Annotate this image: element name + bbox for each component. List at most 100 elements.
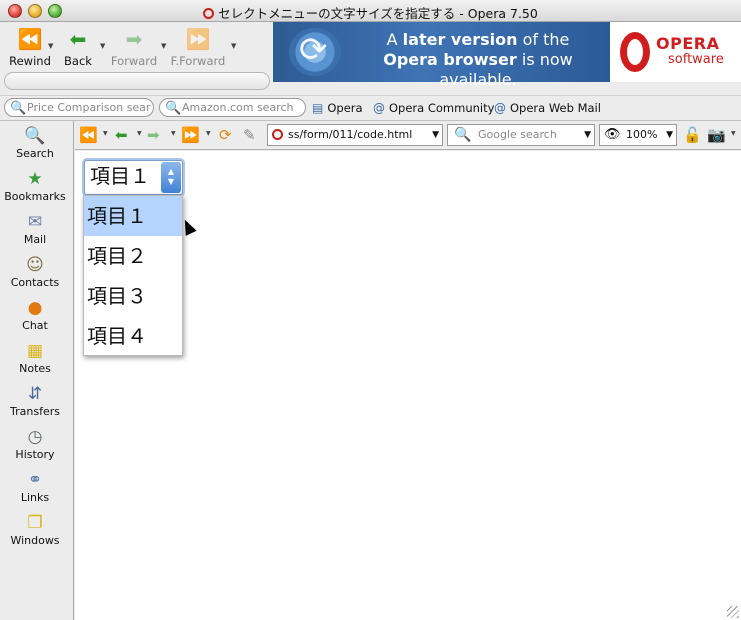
resize-grip-icon[interactable] xyxy=(727,606,739,618)
rewind-small-icon[interactable]: ⏪ xyxy=(79,125,98,145)
banner-text: A later version of the Opera browser is … xyxy=(353,30,603,90)
select-arrows-icon[interactable]: ▲ ▼ xyxy=(161,162,181,193)
panel-history-label: History xyxy=(15,448,55,461)
banner-line1-post: of the xyxy=(517,30,570,49)
price-comparison-search-input[interactable]: 🔍 Price Comparison sear xyxy=(4,98,154,117)
fast-forward-small-dropdown-icon[interactable]: ▼ xyxy=(206,130,211,137)
search-icon: 🔍 xyxy=(165,101,182,116)
select-option[interactable]: 項目３ xyxy=(84,276,182,316)
link-opera[interactable]: ▤ Opera xyxy=(312,99,363,117)
fast-forward-label: F.Forward xyxy=(170,54,226,68)
forward-label: Forward xyxy=(110,54,158,68)
forward-small-dropdown-icon[interactable]: ▼ xyxy=(171,130,176,137)
panel-chat-label: Chat xyxy=(22,319,48,332)
back-small-icon[interactable]: ⬅ xyxy=(115,125,128,145)
back-label: Back xyxy=(64,54,92,68)
panel-bookmarks-label: Bookmarks xyxy=(4,190,66,203)
panel-transfers-label: Transfers xyxy=(10,405,60,418)
forward-small-icon[interactable]: ➡ xyxy=(147,125,160,145)
amazon-search-input[interactable]: 🔍 Amazon.com search xyxy=(159,98,306,117)
banner-line1-pre: A xyxy=(386,30,403,49)
fast-forward-small-icon[interactable]: ⏩ xyxy=(181,125,200,145)
panel-transfers[interactable]: ⇵ Transfers xyxy=(0,383,70,418)
panel-notes-label: Notes xyxy=(19,362,51,375)
back-button[interactable]: ⬅ Back xyxy=(48,28,108,70)
link-opera-web-mail[interactable]: @ Opera Web Mail xyxy=(494,99,601,117)
banner-line1-bold: later version xyxy=(402,30,518,49)
forward-button[interactable]: ➡ Forward xyxy=(104,28,164,70)
panel-bookmarks[interactable]: ★ Bookmarks xyxy=(0,168,70,203)
camera-icon[interactable]: 📷 xyxy=(707,125,726,145)
camera-dropdown-icon[interactable]: ▼ xyxy=(731,130,736,137)
window-title: セレクトメニューの文字サイズを指定する - Opera 7.50 xyxy=(0,3,741,22)
navigation-bar: ⏪ Rewind ▼ ⬅ Back ▼ ➡ Forward ▼ ⏩ F.Forw… xyxy=(0,22,272,96)
address-field[interactable]: ss/form/011/code.html ▼ xyxy=(267,124,443,146)
contacts-icon: ☺ xyxy=(26,255,44,275)
banner-line2-bold: Opera browser xyxy=(383,50,517,69)
progress-bar xyxy=(4,72,270,90)
panel-contacts-label: Contacts xyxy=(10,276,60,289)
price-search-placeholder: Price Comparison sear xyxy=(27,101,151,114)
link-opera-community[interactable]: @ Opera Community xyxy=(373,99,494,117)
select-menu[interactable]: 項目１ ▲ ▼ xyxy=(84,160,183,195)
eye-icon: 👁 xyxy=(604,127,621,142)
select-option[interactable]: 項目２ xyxy=(84,236,182,276)
panel-links[interactable]: ⚭ Links xyxy=(0,469,70,504)
edit-pencil-icon[interactable]: ✎ xyxy=(243,125,256,145)
zoom-select[interactable]: 👁 100% ▼ xyxy=(599,124,677,146)
window-title-text: セレクトメニューの文字サイズを指定する - Opera 7.50 xyxy=(218,6,538,21)
lock-icon[interactable]: 🔓 xyxy=(683,125,702,145)
zoom-dropdown-icon[interactable]: ▼ xyxy=(666,125,673,145)
panel-contacts[interactable]: ☺ Contacts xyxy=(0,254,70,289)
google-search-input[interactable]: 🔍 Google search ▼ xyxy=(447,124,595,146)
page-toolbar: ⏪ ▼ ⬅ ▼ ➡ ▼ ⏩ ▼ ⟳ ✎ ss/form/011/code.htm… xyxy=(75,121,741,150)
panel-search[interactable]: 🔍 Search xyxy=(0,125,70,160)
address-dropdown-icon[interactable]: ▼ xyxy=(432,125,439,145)
google-search-placeholder: Google search xyxy=(478,128,557,141)
personal-bar: 🔍 Price Comparison sear 🔍 Amazon.com sea… xyxy=(0,95,741,121)
panel-notes[interactable]: ▦ Notes xyxy=(0,340,70,375)
magnifier-icon: 🔍 xyxy=(24,126,46,146)
address-text: ss/form/011/code.html xyxy=(288,128,413,141)
bookmarks-icon: ★ xyxy=(27,169,43,189)
page-content: 項目１ ▲ ▼ 項目１ 項目２ 項目３ 項目４ xyxy=(75,151,741,620)
banner-background: A later version of the Opera browser is … xyxy=(273,22,610,89)
select-option[interactable]: 項目４ xyxy=(84,316,182,356)
panel-chat[interactable]: ● Chat xyxy=(0,297,70,332)
page-favicon xyxy=(272,129,283,140)
select-current-value: 項目１ xyxy=(90,164,150,188)
panel-links-label: Links xyxy=(20,491,50,504)
panel-search-label: Search xyxy=(16,147,54,160)
back-small-dropdown-icon[interactable]: ▼ xyxy=(137,130,142,137)
opera-logo-name: OPERA xyxy=(656,34,720,53)
panel-mail[interactable]: ✉ Mail xyxy=(0,211,70,246)
panel-windows-label: Windows xyxy=(10,534,60,547)
amazon-search-placeholder: Amazon.com search xyxy=(182,101,294,114)
zoom-value: 100% xyxy=(626,128,658,141)
select-option[interactable]: 項目１ xyxy=(84,196,182,236)
fast-forward-button[interactable]: ⏩ F.Forward xyxy=(168,28,228,70)
rewind-small-dropdown-icon[interactable]: ▼ xyxy=(103,130,108,137)
transfers-icon: ⇵ xyxy=(27,384,43,404)
opera-logo-sub: software xyxy=(668,52,724,67)
at-page-icon: @ xyxy=(494,101,506,115)
chat-icon: ● xyxy=(27,298,43,318)
panel-windows[interactable]: ❐ Windows xyxy=(0,512,70,547)
reload-icon[interactable]: ⟳ xyxy=(219,125,232,145)
forward-dropdown-icon[interactable]: ▼ xyxy=(161,42,166,50)
mail-icon: ✉ xyxy=(27,212,43,232)
select-dropdown-list: 項目１ 項目２ 項目３ 項目４ xyxy=(83,195,183,356)
opera-o-icon xyxy=(620,32,650,72)
panel-history[interactable]: ◷ History xyxy=(0,426,70,461)
panel-selector: 🔍 Search ★ Bookmarks ✉ Mail ☺ Contacts ●… xyxy=(0,121,74,620)
fast-forward-dropdown-icon[interactable]: ▼ xyxy=(231,42,236,50)
update-banner[interactable]: A later version of the Opera browser is … xyxy=(273,22,741,89)
link-opera-label: Opera xyxy=(327,101,363,115)
links-icon: ⚭ xyxy=(27,470,43,490)
back-arrow-icon: ⬅ xyxy=(69,27,87,51)
search-engine-dropdown-icon[interactable]: ▼ xyxy=(584,125,591,145)
browser-window: セレクトメニューの文字サイズを指定する - Opera 7.50 ⏪ Rewin… xyxy=(0,0,741,620)
opera-page-icon xyxy=(203,8,215,19)
at-page-icon: @ xyxy=(373,101,385,115)
search-icon: 🔍 xyxy=(454,127,472,143)
